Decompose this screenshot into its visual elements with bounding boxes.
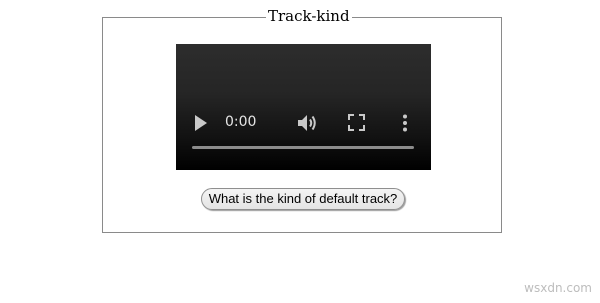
more-vertical-icon[interactable] xyxy=(402,114,408,132)
seek-bar[interactable] xyxy=(192,146,414,149)
default-track-kind-button[interactable]: What is the kind of default track? xyxy=(201,188,405,210)
current-time: 0:00 xyxy=(225,114,257,130)
fullscreen-icon[interactable] xyxy=(348,114,365,131)
volume-icon[interactable] xyxy=(297,113,319,133)
watermark: wsxdn.com xyxy=(524,281,592,295)
fieldset-legend: Track-kind xyxy=(266,7,352,25)
video-player[interactable]: 0:00 xyxy=(176,44,431,170)
play-icon[interactable] xyxy=(195,115,207,131)
